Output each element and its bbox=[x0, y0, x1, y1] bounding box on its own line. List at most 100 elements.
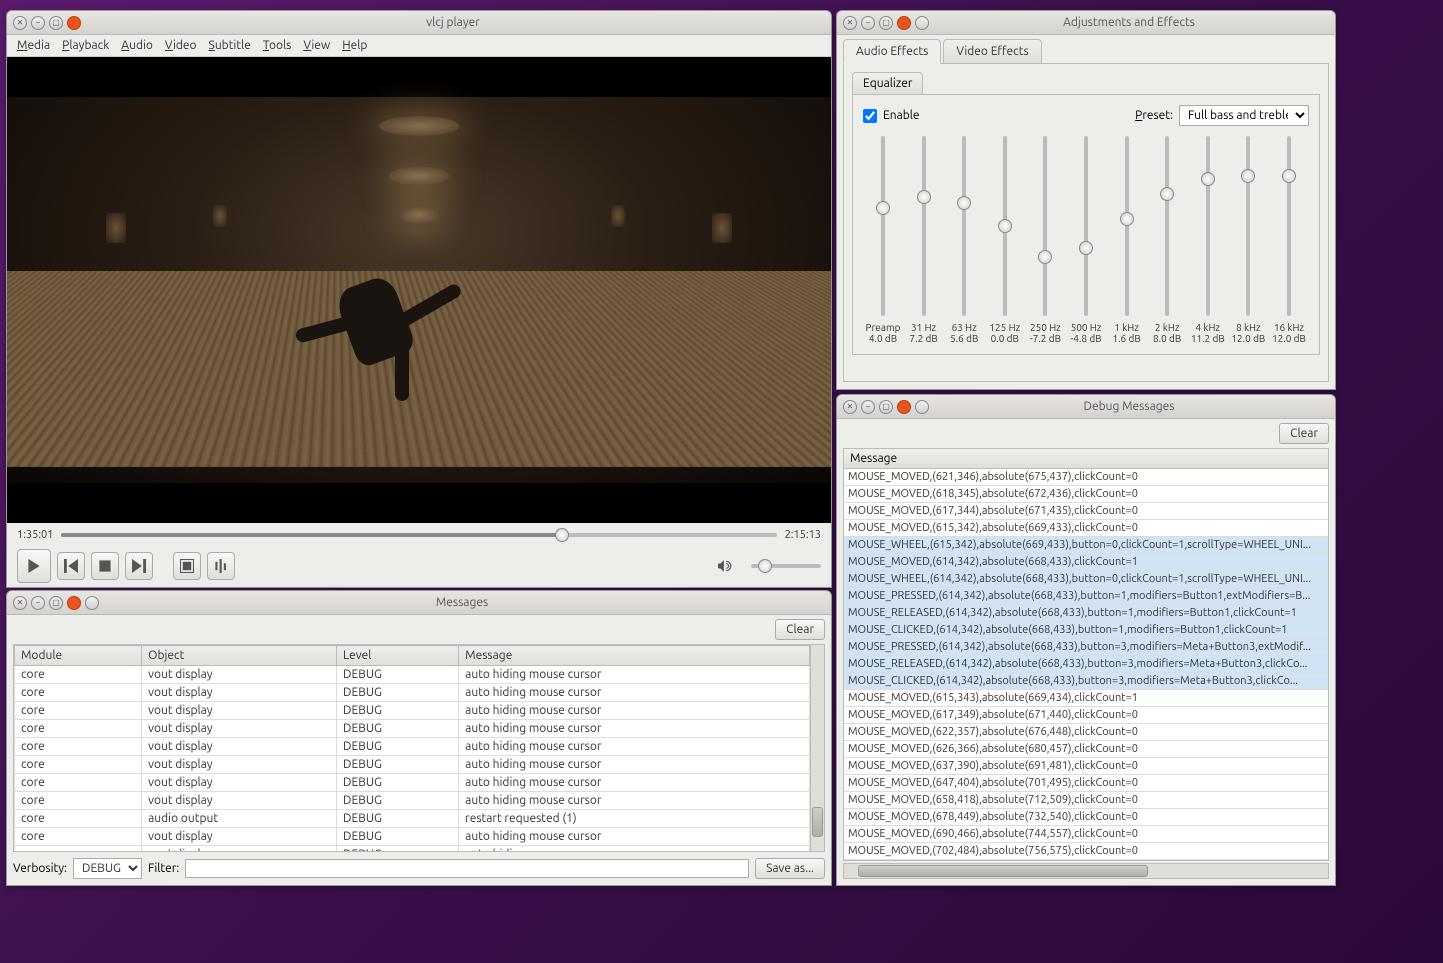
list-item[interactable]: MOUSE_MOVED,(626,366),absolute(680,457),… bbox=[844, 741, 1328, 758]
close-icon[interactable]: ✕ bbox=[843, 400, 857, 414]
menu-help[interactable]: Help bbox=[342, 39, 367, 52]
eq-slider[interactable] bbox=[1125, 136, 1129, 316]
list-item[interactable]: MOUSE_MOVED,(621,346),absolute(675,437),… bbox=[844, 469, 1328, 486]
list-item[interactable]: MOUSE_WHEEL,(614,342),absolute(668,433),… bbox=[844, 571, 1328, 588]
menu-subtitle[interactable]: Subtitle bbox=[209, 39, 251, 52]
messages-table[interactable]: ModuleObjectLevelMessage corevout displa… bbox=[14, 645, 810, 852]
enable-checkbox[interactable]: Enable bbox=[863, 109, 920, 123]
messages-titlebar[interactable]: ✕ – ▢ Messages bbox=[7, 591, 831, 615]
debug-titlebar[interactable]: ✕ – ▢ Debug Messages bbox=[837, 395, 1335, 419]
table-row[interactable]: corevout displayDEBUGauto hiding mouse c… bbox=[15, 720, 810, 738]
list-item[interactable]: MOUSE_PRESSED,(614,342),absolute(668,433… bbox=[844, 639, 1328, 656]
list-item[interactable]: MOUSE_CLICKED,(614,342),absolute(668,433… bbox=[844, 622, 1328, 639]
column-object[interactable]: Object bbox=[142, 646, 337, 666]
tab-video-effects[interactable]: Video Effects bbox=[943, 39, 1041, 64]
list-item[interactable]: MOUSE_RELEASED,(614,342),absolute(668,43… bbox=[844, 605, 1328, 622]
minimize-icon[interactable]: – bbox=[31, 596, 45, 610]
list-item[interactable]: MOUSE_MOVED,(637,390),absolute(691,481),… bbox=[844, 758, 1328, 775]
eq-slider[interactable] bbox=[1084, 136, 1088, 316]
fullscreen-button[interactable] bbox=[173, 552, 201, 580]
minimize-icon[interactable]: – bbox=[861, 400, 875, 414]
table-row[interactable]: corevout displayDEBUGauto hiding mouse c… bbox=[15, 666, 810, 684]
list-item[interactable]: MOUSE_MOVED,(647,404),absolute(701,495),… bbox=[844, 775, 1328, 792]
scrollbar-vertical[interactable] bbox=[810, 645, 824, 851]
minimize-icon[interactable]: – bbox=[31, 16, 45, 30]
menu-playback[interactable]: Playback bbox=[62, 39, 109, 52]
close-icon[interactable]: ✕ bbox=[843, 16, 857, 30]
list-item[interactable]: MOUSE_CLICKED,(614,342),absolute(668,433… bbox=[844, 673, 1328, 690]
minimize-icon[interactable]: – bbox=[861, 16, 875, 30]
list-item[interactable]: MOUSE_MOVED,(658,418),absolute(712,509),… bbox=[844, 792, 1328, 809]
save-button[interactable]: Save as... bbox=[755, 858, 825, 879]
maximize-icon[interactable]: ▢ bbox=[879, 16, 893, 30]
list-item[interactable]: MOUSE_MOVED,(702,484),absolute(756,575),… bbox=[844, 843, 1328, 860]
table-row[interactable]: corevout displayDEBUGauto hiding mouse c… bbox=[15, 738, 810, 756]
list-item[interactable]: MOUSE_MOVED,(617,349),absolute(671,440),… bbox=[844, 707, 1328, 724]
debug-list[interactable]: MOUSE_MOVED,(621,346),absolute(675,437),… bbox=[843, 469, 1329, 861]
filter-input[interactable] bbox=[185, 859, 749, 878]
list-item[interactable]: MOUSE_EXITED,(715,504),absolute(769,595)… bbox=[844, 860, 1328, 861]
menu-video[interactable]: Video bbox=[165, 39, 197, 52]
close-icon[interactable]: ✕ bbox=[13, 16, 27, 30]
menu-audio[interactable]: Audio bbox=[121, 39, 153, 52]
eq-slider[interactable] bbox=[881, 136, 885, 316]
list-item[interactable]: MOUSE_MOVED,(615,343),absolute(669,434),… bbox=[844, 690, 1328, 707]
list-item[interactable]: MOUSE_MOVED,(678,449),absolute(732,540),… bbox=[844, 809, 1328, 826]
eq-slider[interactable] bbox=[1165, 136, 1169, 316]
tab-audio-effects[interactable]: Audio Effects bbox=[843, 39, 941, 64]
table-row[interactable]: corevout displayDEBUGauto hiding mouse c… bbox=[15, 774, 810, 792]
menu-media[interactable]: Media bbox=[17, 39, 50, 52]
menu-tools[interactable]: Tools bbox=[263, 39, 292, 52]
next-button[interactable] bbox=[125, 552, 153, 580]
play-button[interactable] bbox=[17, 549, 51, 583]
eq-slider[interactable] bbox=[1246, 136, 1250, 316]
verbosity-select[interactable]: DEBUG bbox=[73, 858, 142, 879]
table-row[interactable]: corevout displayDEBUGauto hiding mouse c… bbox=[15, 828, 810, 846]
maximize-icon[interactable]: ▢ bbox=[879, 400, 893, 414]
clear-button[interactable]: Clear bbox=[1279, 423, 1329, 444]
list-item[interactable]: MOUSE_WHEEL,(615,342),absolute(669,433),… bbox=[844, 537, 1328, 554]
window-icon bbox=[915, 400, 929, 414]
eq-slider[interactable] bbox=[1206, 136, 1210, 316]
preset-select[interactable]: Full bass and treble bbox=[1179, 105, 1309, 126]
list-item[interactable]: MOUSE_MOVED,(615,342),absolute(669,433),… bbox=[844, 520, 1328, 537]
eq-slider[interactable] bbox=[1043, 136, 1047, 316]
equalizer-button[interactable] bbox=[207, 552, 235, 580]
table-row[interactable]: corevout displayDEBUGauto hiding mouse c… bbox=[15, 702, 810, 720]
subtab-equalizer[interactable]: Equalizer bbox=[852, 72, 923, 95]
debug-column-header[interactable]: Message bbox=[843, 448, 1329, 469]
maximize-icon[interactable]: ▢ bbox=[49, 596, 63, 610]
video-area[interactable] bbox=[7, 57, 831, 523]
eq-slider[interactable] bbox=[1003, 136, 1007, 316]
menu-view[interactable]: View bbox=[303, 39, 330, 52]
previous-button[interactable] bbox=[57, 552, 85, 580]
list-item[interactable]: MOUSE_MOVED,(690,466),absolute(744,557),… bbox=[844, 826, 1328, 843]
column-message[interactable]: Message bbox=[459, 646, 810, 666]
volume-icon[interactable] bbox=[711, 552, 739, 580]
eq-slider[interactable] bbox=[1287, 136, 1291, 316]
list-item[interactable]: MOUSE_MOVED,(618,345),absolute(672,436),… bbox=[844, 486, 1328, 503]
stop-button[interactable] bbox=[91, 552, 119, 580]
list-item[interactable]: MOUSE_RELEASED,(614,342),absolute(668,43… bbox=[844, 656, 1328, 673]
messages-window: ✕ – ▢ Messages Clear ModuleObjectLevelMe… bbox=[6, 590, 832, 886]
maximize-icon[interactable]: ▢ bbox=[49, 16, 63, 30]
table-row[interactable]: coreaudio outputDEBUGrestart requested (… bbox=[15, 810, 810, 828]
column-module[interactable]: Module bbox=[15, 646, 142, 666]
player-titlebar[interactable]: ✕ – ▢ vlcj player bbox=[7, 11, 831, 35]
adjustments-titlebar[interactable]: ✕ – ▢ Adjustments and Effects bbox=[837, 11, 1335, 35]
scrollbar-horizontal[interactable] bbox=[843, 863, 1329, 879]
table-row[interactable]: corevout displayDEBUGauto hiding mouse c… bbox=[15, 756, 810, 774]
table-row[interactable]: corevout displayDEBUGauto hiding mouse c… bbox=[15, 792, 810, 810]
volume-slider[interactable] bbox=[751, 564, 821, 568]
list-item[interactable]: MOUSE_PRESSED,(614,342),absolute(668,433… bbox=[844, 588, 1328, 605]
list-item[interactable]: MOUSE_MOVED,(614,342),absolute(668,433),… bbox=[844, 554, 1328, 571]
seek-slider[interactable] bbox=[61, 533, 776, 537]
list-item[interactable]: MOUSE_MOVED,(622,357),absolute(676,448),… bbox=[844, 724, 1328, 741]
eq-slider[interactable] bbox=[922, 136, 926, 316]
table-row[interactable]: corevout displayDEBUGauto hiding mouse c… bbox=[15, 684, 810, 702]
list-item[interactable]: MOUSE_MOVED,(617,344),absolute(671,435),… bbox=[844, 503, 1328, 520]
close-icon[interactable]: ✕ bbox=[13, 596, 27, 610]
column-level[interactable]: Level bbox=[337, 646, 459, 666]
clear-button[interactable]: Clear bbox=[775, 619, 825, 640]
eq-slider[interactable] bbox=[962, 136, 966, 316]
